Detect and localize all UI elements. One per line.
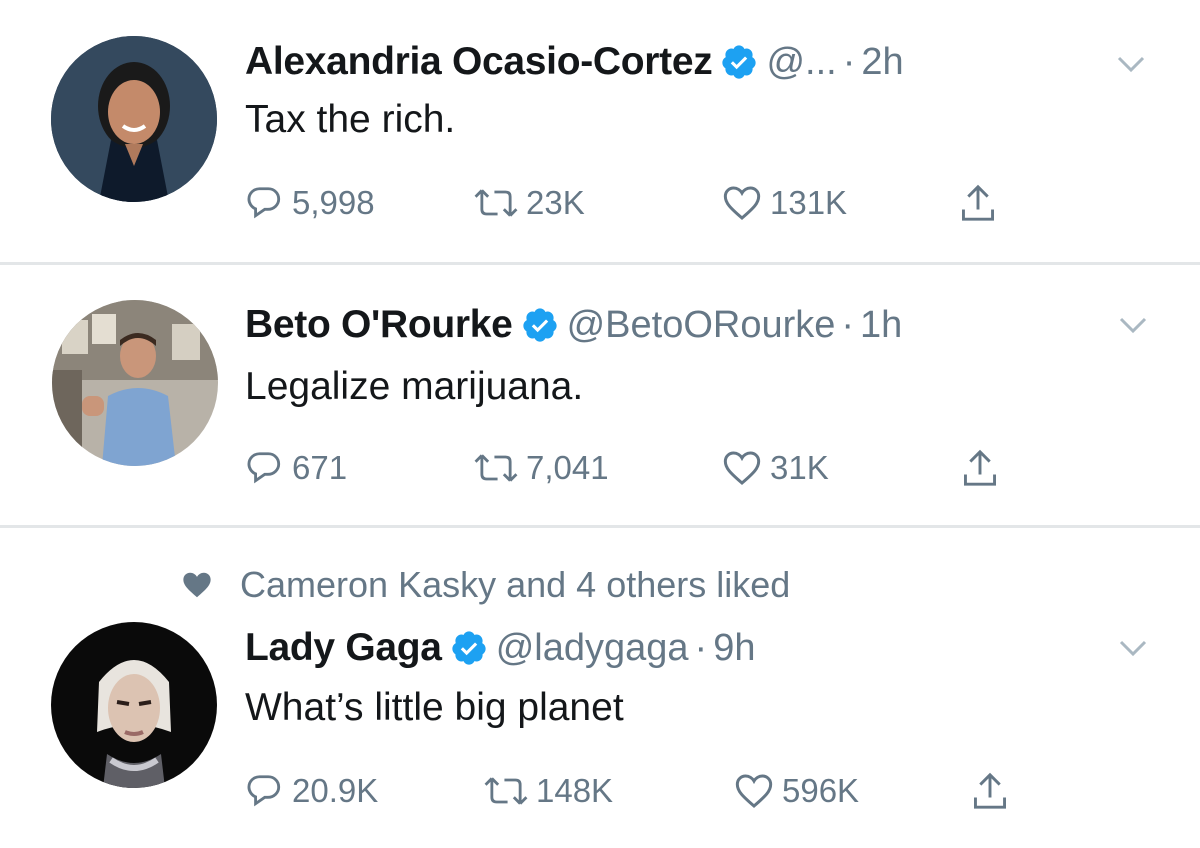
- heart-icon: [723, 186, 761, 220]
- separator: ·: [694, 626, 708, 669]
- share-button[interactable]: [970, 770, 1018, 812]
- share-button[interactable]: [960, 447, 1008, 489]
- retweet-count: 7,041: [526, 449, 609, 486]
- separator: ·: [841, 303, 855, 346]
- tweet[interactable]: Alexandria Ocasio-Cortez @... · 2h Tax t…: [0, 0, 1200, 262]
- like-button[interactable]: 31K: [722, 449, 829, 487]
- display-name[interactable]: Lady Gaga: [245, 626, 442, 670]
- social-context-text: Cameron Kasky and 4 others liked: [240, 564, 791, 605]
- handle[interactable]: @BetoORourke: [567, 304, 836, 347]
- chevron-down-icon[interactable]: [1118, 315, 1148, 335]
- tweet-text: Tax the rich.: [245, 98, 456, 141]
- display-name[interactable]: Alexandria Ocasio-Cortez: [245, 40, 713, 84]
- tweet[interactable]: Cameron Kasky and 4 others liked Lady Ga…: [0, 528, 1200, 848]
- reply-count: 20.9K: [292, 772, 379, 809]
- heart-filled-icon: [183, 572, 211, 598]
- timestamp[interactable]: 2h: [861, 41, 903, 84]
- retweet-icon: [474, 189, 518, 217]
- display-name[interactable]: Beto O'Rourke: [245, 303, 513, 347]
- share-icon: [962, 184, 994, 221]
- like-button[interactable]: 596K: [734, 772, 859, 810]
- timestamp[interactable]: 9h: [713, 627, 755, 670]
- reply-icon: [247, 452, 281, 484]
- like-count: 31K: [770, 449, 829, 486]
- reply-button[interactable]: 20.9K: [246, 772, 378, 810]
- chevron-down-icon[interactable]: [1116, 54, 1146, 74]
- reply-icon: [247, 187, 281, 219]
- timeline-feed: Alexandria Ocasio-Cortez @... · 2h Tax t…: [0, 0, 1200, 848]
- verified-badge-icon: [720, 43, 758, 81]
- tweet-text: Legalize marijuana.: [245, 365, 584, 408]
- tweet-header: Alexandria Ocasio-Cortez @... · 2h: [245, 34, 904, 90]
- retweet-count: 148K: [536, 772, 614, 809]
- retweet-icon: [474, 454, 518, 482]
- reply-button[interactable]: 671: [246, 449, 347, 487]
- heart-icon: [735, 774, 773, 808]
- share-button[interactable]: [958, 182, 1006, 224]
- share-icon: [964, 449, 996, 486]
- like-count: 596K: [782, 772, 860, 809]
- reply-count: 5,998: [292, 184, 375, 221]
- tweet-header: Beto O'Rourke @BetoORourke · 1h: [245, 297, 902, 353]
- retweet-button[interactable]: 7,041: [474, 449, 609, 487]
- handle[interactable]: @...: [766, 41, 836, 84]
- reply-icon: [247, 775, 281, 807]
- avatar[interactable]: [51, 622, 217, 788]
- timestamp[interactable]: 1h: [860, 304, 902, 347]
- handle[interactable]: @ladygaga: [496, 627, 689, 670]
- like-button[interactable]: 131K: [722, 184, 847, 222]
- retweet-button[interactable]: 148K: [484, 772, 613, 810]
- retweet-icon: [484, 777, 528, 805]
- share-icon: [974, 772, 1006, 809]
- chevron-down-icon[interactable]: [1118, 638, 1148, 658]
- avatar[interactable]: [52, 300, 218, 466]
- avatar[interactable]: [51, 36, 217, 202]
- tweet-text: What’s little big planet: [245, 686, 624, 729]
- separator: ·: [842, 40, 856, 83]
- tweet[interactable]: Beto O'Rourke @BetoORourke · 1h Legalize…: [0, 265, 1200, 525]
- verified-badge-icon: [450, 629, 488, 667]
- retweet-button[interactable]: 23K: [474, 184, 585, 222]
- verified-badge-icon: [521, 306, 559, 344]
- retweet-count: 23K: [526, 184, 585, 221]
- tweet-header: Lady Gaga @ladygaga · 9h: [245, 620, 755, 676]
- social-context[interactable]: Cameron Kasky and 4 others liked: [180, 564, 790, 606]
- reply-button[interactable]: 5,998: [246, 184, 375, 222]
- like-count: 131K: [770, 184, 848, 221]
- heart-icon: [723, 451, 761, 485]
- reply-count: 671: [292, 449, 348, 486]
